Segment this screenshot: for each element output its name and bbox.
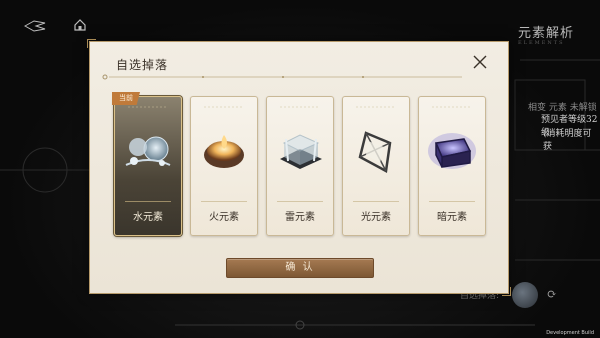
dialog-corner	[87, 39, 96, 48]
element-card-thunder[interactable]: 雷元素	[266, 96, 334, 236]
water-element-icon	[125, 136, 171, 166]
dark-element-icon	[428, 133, 476, 169]
card-ornament	[204, 106, 244, 108]
close-icon[interactable]	[472, 54, 488, 70]
card-divider	[353, 201, 399, 202]
dialog-corner	[502, 287, 511, 296]
card-label-water: 水元素	[133, 212, 163, 223]
element-card-water[interactable]: 水元素	[114, 96, 182, 236]
element-avatar[interactable]	[512, 282, 538, 308]
fire-element-icon	[204, 135, 244, 168]
card-divider	[429, 201, 475, 202]
light-element-icon	[358, 131, 392, 173]
panel-title: 元素解析	[518, 26, 575, 41]
dev-build-label: Development Build	[546, 330, 594, 336]
panel-subtitle: ELEMENTS	[518, 40, 565, 46]
card-label-light: 光元素	[361, 212, 391, 223]
current-selection-badge: 当前	[112, 92, 140, 105]
element-card-fire[interactable]: 火元素	[190, 96, 258, 236]
cost-note: (消耗明度可获	[543, 129, 592, 152]
element-card-light[interactable]: 光元素	[342, 96, 410, 236]
thunder-element-icon	[280, 134, 322, 169]
card-label-dark: 暗元素	[437, 212, 467, 223]
timeline-ruler	[175, 320, 535, 330]
card-ornament	[356, 106, 396, 108]
element-card-dark[interactable]: 暗元素	[418, 96, 486, 236]
back-arrow-icon[interactable]	[24, 20, 46, 32]
dialog-title: 自选掉落	[116, 58, 169, 72]
card-divider	[277, 201, 323, 202]
card-divider	[125, 201, 171, 202]
card-label-thunder: 雷元素	[285, 212, 315, 223]
card-ornament	[432, 106, 472, 108]
title-divider	[102, 74, 462, 80]
card-ornament	[280, 106, 320, 108]
card-label-fire: 火元素	[209, 212, 239, 223]
home-icon[interactable]	[73, 18, 87, 32]
confirm-button[interactable]: 确 认	[226, 258, 374, 278]
card-divider	[201, 201, 247, 202]
select-drop-dialog: 自选掉落 水元素 火元素 雷元素 光元素 暗元素 确 认	[87, 39, 511, 296]
refresh-icon[interactable]: ⟳	[547, 287, 561, 301]
